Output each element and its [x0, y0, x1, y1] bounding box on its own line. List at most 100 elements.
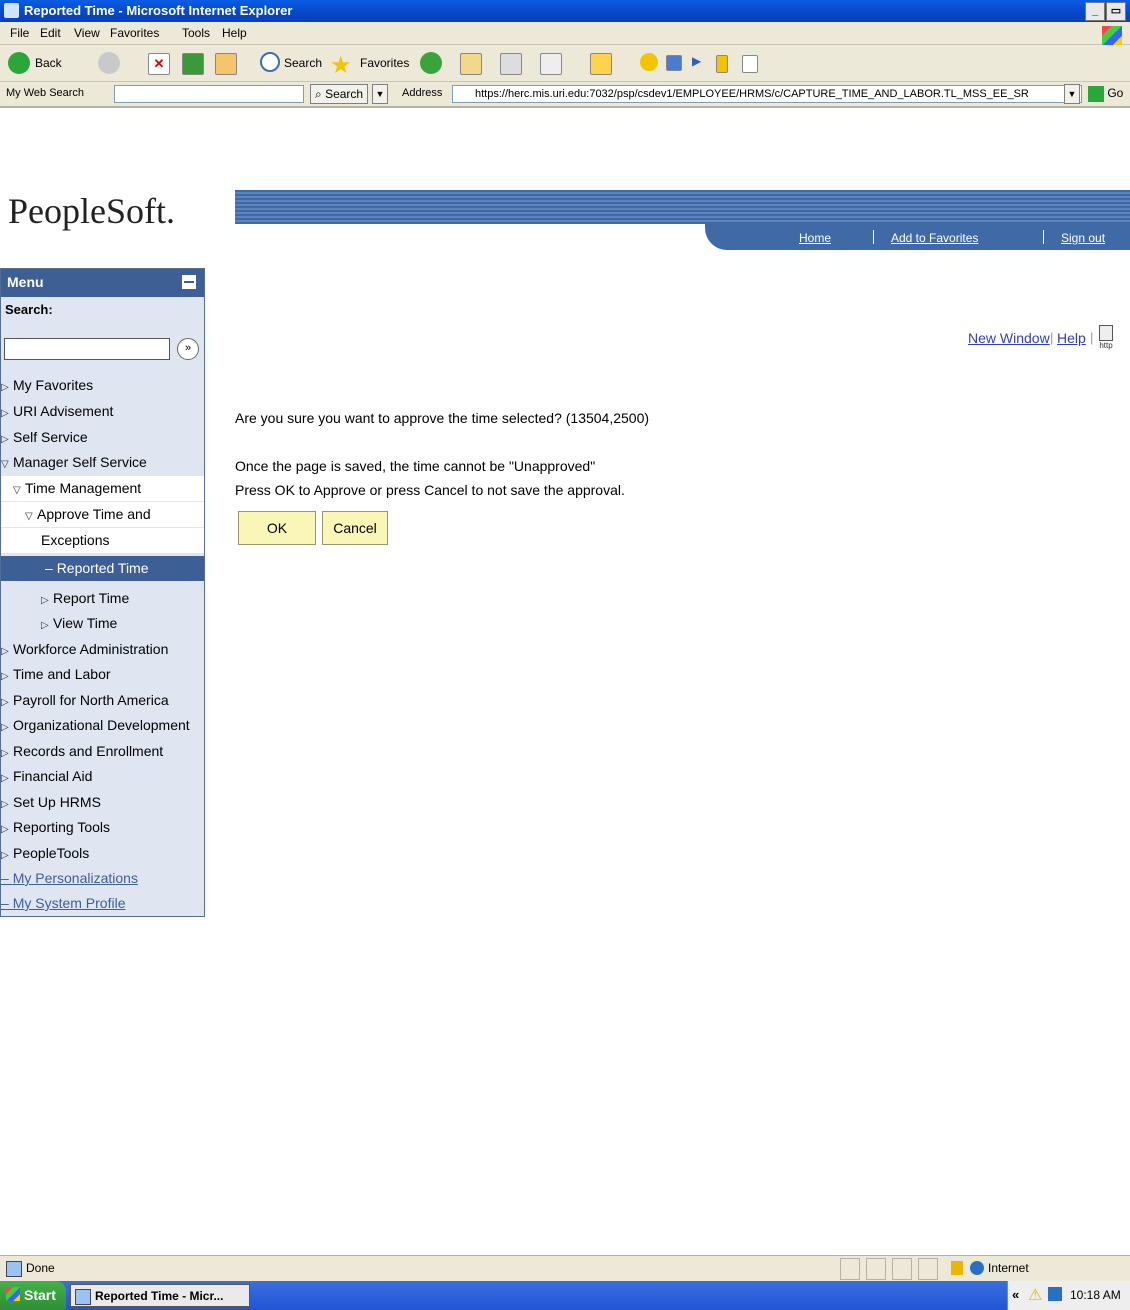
search-icon[interactable] [260, 52, 280, 72]
collapse-icon[interactable] [182, 275, 196, 289]
web-search-button[interactable]: ⌕ Search [310, 84, 368, 104]
menu-file[interactable]: File [10, 26, 29, 40]
clock[interactable]: 10:18 AM [1070, 1288, 1121, 1302]
menu-item-financial-aid[interactable]: ▷ Financial Aid [1, 764, 204, 789]
media-icon[interactable] [666, 55, 682, 71]
address-dropdown-icon[interactable]: ▼ [1064, 84, 1080, 104]
expand-arrow-icon: ▷ [1, 408, 9, 419]
address-input[interactable]: https://herc.mis.uri.edu:7032/psp/csdev1… [452, 85, 1082, 103]
maximize-icon[interactable]: ▭ [1106, 2, 1126, 21]
menu-item-label: My Personalizations [12, 870, 138, 886]
menu-item-view-time[interactable]: ▷ View Time [1, 611, 204, 636]
print-icon[interactable] [500, 53, 522, 75]
menu-item-report-time[interactable]: ▷ Report Time [1, 586, 204, 611]
globe-icon [970, 1261, 984, 1275]
menu-tools[interactable]: Tools [182, 26, 210, 40]
address-url: https://herc.mis.uri.edu:7032/psp/csdev1… [475, 88, 1029, 100]
menu-item-my-personalizations[interactable]: – My Personalizations [1, 866, 204, 891]
ie-page-icon[interactable] [742, 55, 758, 73]
ok-button[interactable]: OK [238, 511, 316, 545]
research-icon[interactable] [716, 55, 728, 73]
search-toolbar-button[interactable]: Search [284, 56, 322, 80]
menu-panel: Menu Search: » ▷ My Favorites ▷ URI Advise… [0, 268, 205, 917]
windows-logo-icon [1102, 26, 1122, 46]
menu-search-go-icon[interactable]: » [177, 338, 199, 360]
cursor-icon[interactable]: ▶ [692, 54, 701, 78]
minimize-icon[interactable]: _ [1085, 2, 1105, 21]
menu-item-approve-time-and-exceptions[interactable]: ▽ Approve Time and [1, 502, 204, 527]
menu-item-label: Financial Aid [13, 768, 93, 784]
menu-item-time-and-labor[interactable]: ▷ Time and Labor [1, 662, 204, 687]
menu-item-label: Workforce Administration [13, 641, 169, 657]
link-separator: | [1090, 330, 1094, 345]
menu-favorites[interactable]: Favorites [110, 26, 159, 40]
messenger-icon[interactable] [640, 53, 658, 71]
refresh-icon[interactable] [182, 53, 204, 75]
network-icon[interactable] [1048, 1287, 1062, 1301]
menu-search-input[interactable] [4, 338, 170, 360]
http-page-icon[interactable]: http [1097, 325, 1115, 351]
menu-item-payroll[interactable]: ▷ Payroll for North America [1, 688, 204, 713]
warning-icon[interactable]: ⚠ [1028, 1285, 1042, 1305]
taskbar-item-ie[interactable]: Reported Time - Micr... [70, 1284, 250, 1307]
menu-item-workforce-administration[interactable]: ▷ Workforce Administration [1, 637, 204, 662]
sign-out-link[interactable]: Sign out [1061, 231, 1105, 245]
menu-bar: File Edit View Favorites Tools Help [0, 22, 1130, 46]
menu-item-reporting-tools[interactable]: ▷ Reporting Tools [1, 815, 204, 840]
favorites-toolbar-button[interactable]: Favorites [360, 56, 409, 80]
add-to-favorites-link[interactable]: Add to Favorites [891, 231, 978, 245]
go-label: Go [1107, 86, 1124, 100]
menu-edit[interactable]: Edit [40, 26, 61, 40]
favorites-star-icon[interactable]: ★ [330, 51, 352, 79]
tray-expand-icon[interactable]: « [1012, 1287, 1019, 1302]
window-title-bar[interactable]: Reported Time - Microsoft Internet Explo… [0, 0, 1130, 22]
menu-item-my-system-profile[interactable]: – My System Profile [1, 891, 204, 916]
menu-item-self-service[interactable]: ▷ Self Service [1, 425, 204, 450]
header-nav: Home Add to Favorites Sign out [705, 224, 1130, 250]
help-link[interactable]: Help [1057, 330, 1086, 346]
menu-item-exceptions-label[interactable]: Exceptions [1, 528, 204, 553]
menu-item-organizational-development[interactable]: ▷ Organizational Development [1, 713, 204, 738]
menu-item-reported-time[interactable]: – Reported Time [1, 556, 204, 581]
menu-item-label: Records and Enrollment [13, 743, 164, 759]
new-window-link[interactable]: New Window [968, 330, 1050, 346]
start-button[interactable]: Start [0, 1281, 66, 1310]
menu-item-label: Approve Time and [37, 506, 151, 522]
menu-item-uri-advisement[interactable]: ▷ URI Advisement [1, 399, 204, 424]
go-arrow-icon [1088, 85, 1104, 102]
status-bar: Done Internet [0, 1255, 1130, 1281]
cancel-button[interactable]: Cancel [322, 511, 388, 545]
stop-icon[interactable]: ✕ [148, 53, 170, 75]
home-link[interactable]: Home [799, 231, 831, 245]
web-search-dropdown-icon[interactable]: ▼ [372, 84, 388, 104]
edit-icon[interactable] [540, 53, 562, 75]
collapse-arrow-icon: ▽ [1, 459, 9, 470]
go-button[interactable]: Go [1086, 84, 1126, 104]
menu-item-set-up-hrms[interactable]: ▷ Set Up HRMS [1, 790, 204, 815]
menu-item-manager-self-service[interactable]: ▽ Manager Self Service [1, 450, 204, 475]
menu-item-time-management[interactable]: ▽ Time Management [1, 476, 204, 501]
expand-arrow-icon: ▷ [1, 434, 9, 445]
page-icon [6, 1261, 22, 1277]
menu-item-label: Organizational Development [13, 717, 190, 733]
menu-item-peopletools[interactable]: ▷ PeopleTools [1, 841, 204, 866]
menu-help[interactable]: Help [222, 26, 247, 40]
expand-arrow-icon: ▷ [1, 824, 9, 835]
back-button[interactable]: Back [35, 56, 62, 80]
web-search-input[interactable] [114, 85, 304, 103]
dash-icon: – [1, 870, 13, 886]
forward-arrow-icon[interactable] [98, 52, 120, 74]
back-arrow-icon[interactable] [8, 52, 30, 74]
expand-arrow-icon: ▷ [1, 722, 9, 733]
menu-header: Menu [1, 269, 204, 297]
mail-icon[interactable] [460, 53, 482, 75]
history-icon[interactable] [420, 52, 442, 74]
menu-view[interactable]: View [74, 26, 100, 40]
menu-item-my-favorites[interactable]: ▷ My Favorites [1, 373, 204, 398]
peoplesoft-logo: PeopleSoft. [8, 191, 175, 231]
expand-arrow-icon: ▷ [1, 773, 9, 784]
home-icon[interactable] [215, 53, 237, 75]
discuss-icon[interactable] [590, 53, 612, 75]
menu-item-records-and-enrollment[interactable]: ▷ Records and Enrollment [1, 739, 204, 764]
system-tray: « ⚠ 10:18 AM [1007, 1281, 1130, 1310]
